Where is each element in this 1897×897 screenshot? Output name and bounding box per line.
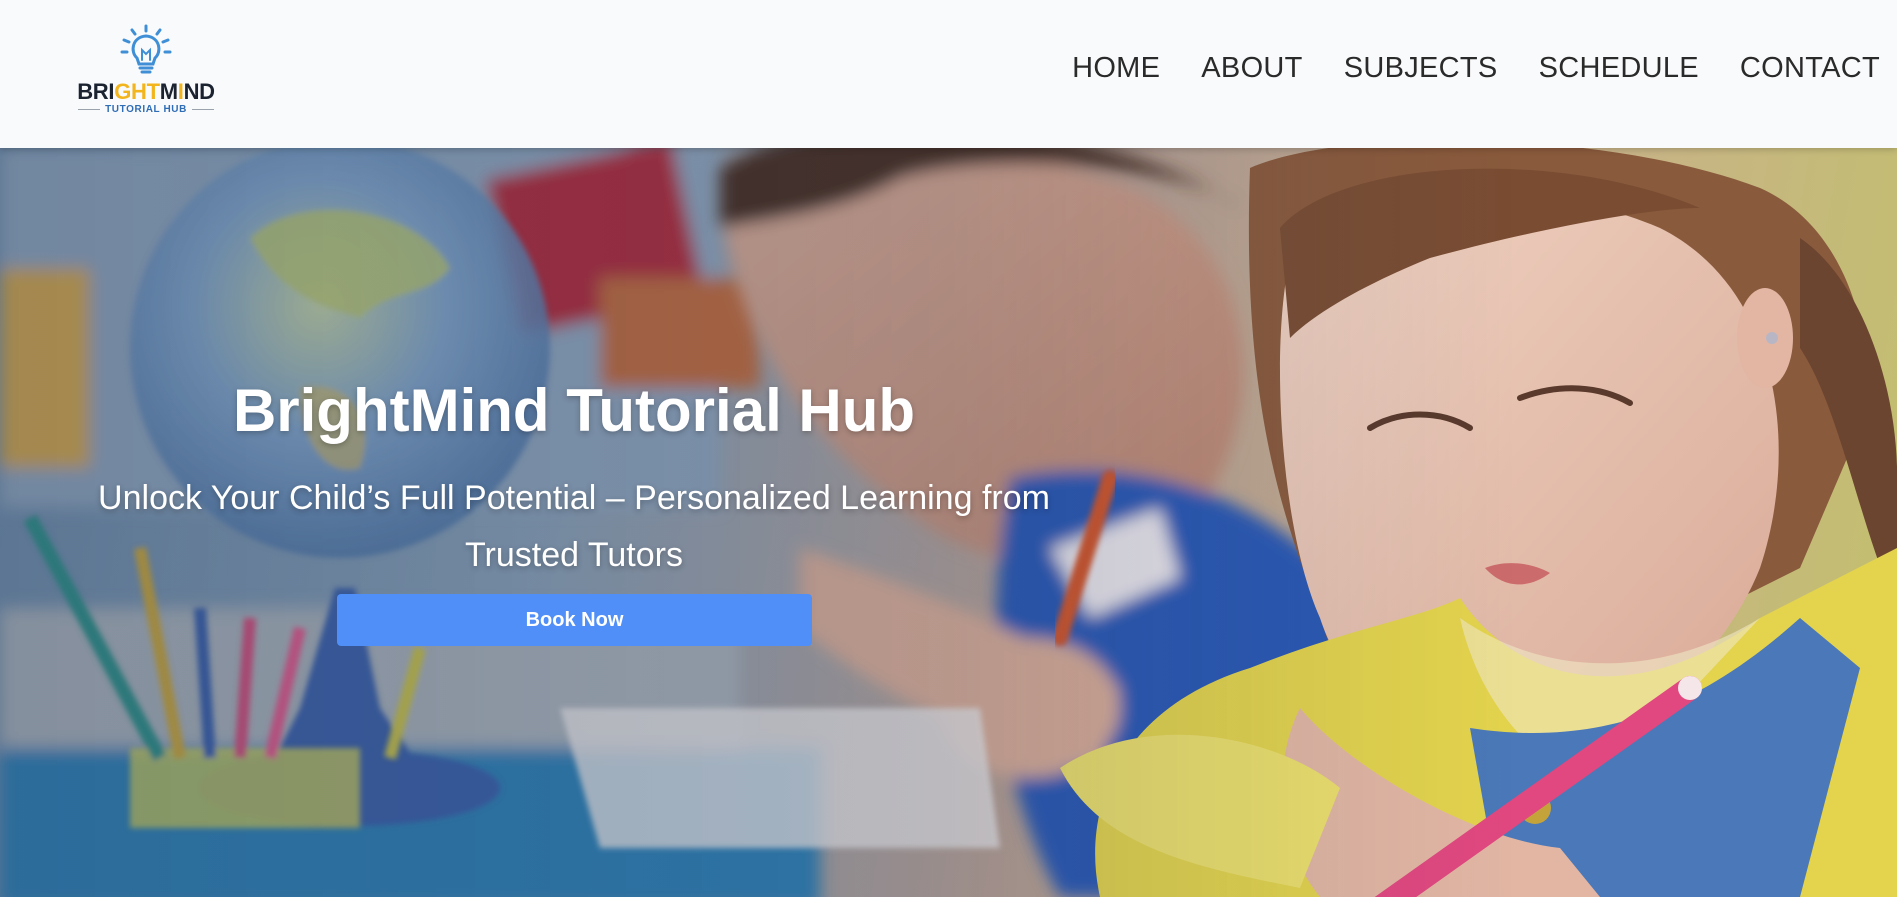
hero-subtitle: Unlock Your Child’s Full Potential – Per…	[98, 479, 1050, 574]
logo-subtitle: TUTORIAL HUB	[68, 104, 224, 115]
nav-subjects[interactable]: SUBJECTS	[1344, 52, 1498, 85]
nav-about[interactable]: ABOUT	[1201, 52, 1302, 85]
brand-logo[interactable]: BRIGHTMIND TUTORIAL HUB	[68, 24, 224, 120]
hero-title: BrightMind Tutorial Hub	[232, 377, 916, 444]
logo-text-3: M	[159, 79, 178, 104]
main-nav: HOME ABOUT SUBJECTS SCHEDULE CONTACT	[1072, 52, 1880, 85]
logo-text-5: ND	[183, 79, 215, 104]
lightbulb-icon	[120, 24, 172, 74]
nav-schedule[interactable]: SCHEDULE	[1539, 52, 1699, 85]
logo-text-1: BRI	[77, 79, 115, 104]
logo-wordmark: BRIGHTMIND	[68, 79, 224, 105]
book-now-button[interactable]: Book Now	[337, 594, 812, 646]
logo-text-2: GHT	[114, 79, 160, 104]
site-header: BRIGHTMIND TUTORIAL HUB HOME ABOUT SUBJE…	[0, 0, 1897, 148]
nav-contact[interactable]: CONTACT	[1740, 52, 1880, 85]
hero-section: BrightMind Tutorial Hub Unlock Your Chil…	[0, 148, 1897, 897]
nav-home[interactable]: HOME	[1072, 52, 1160, 85]
